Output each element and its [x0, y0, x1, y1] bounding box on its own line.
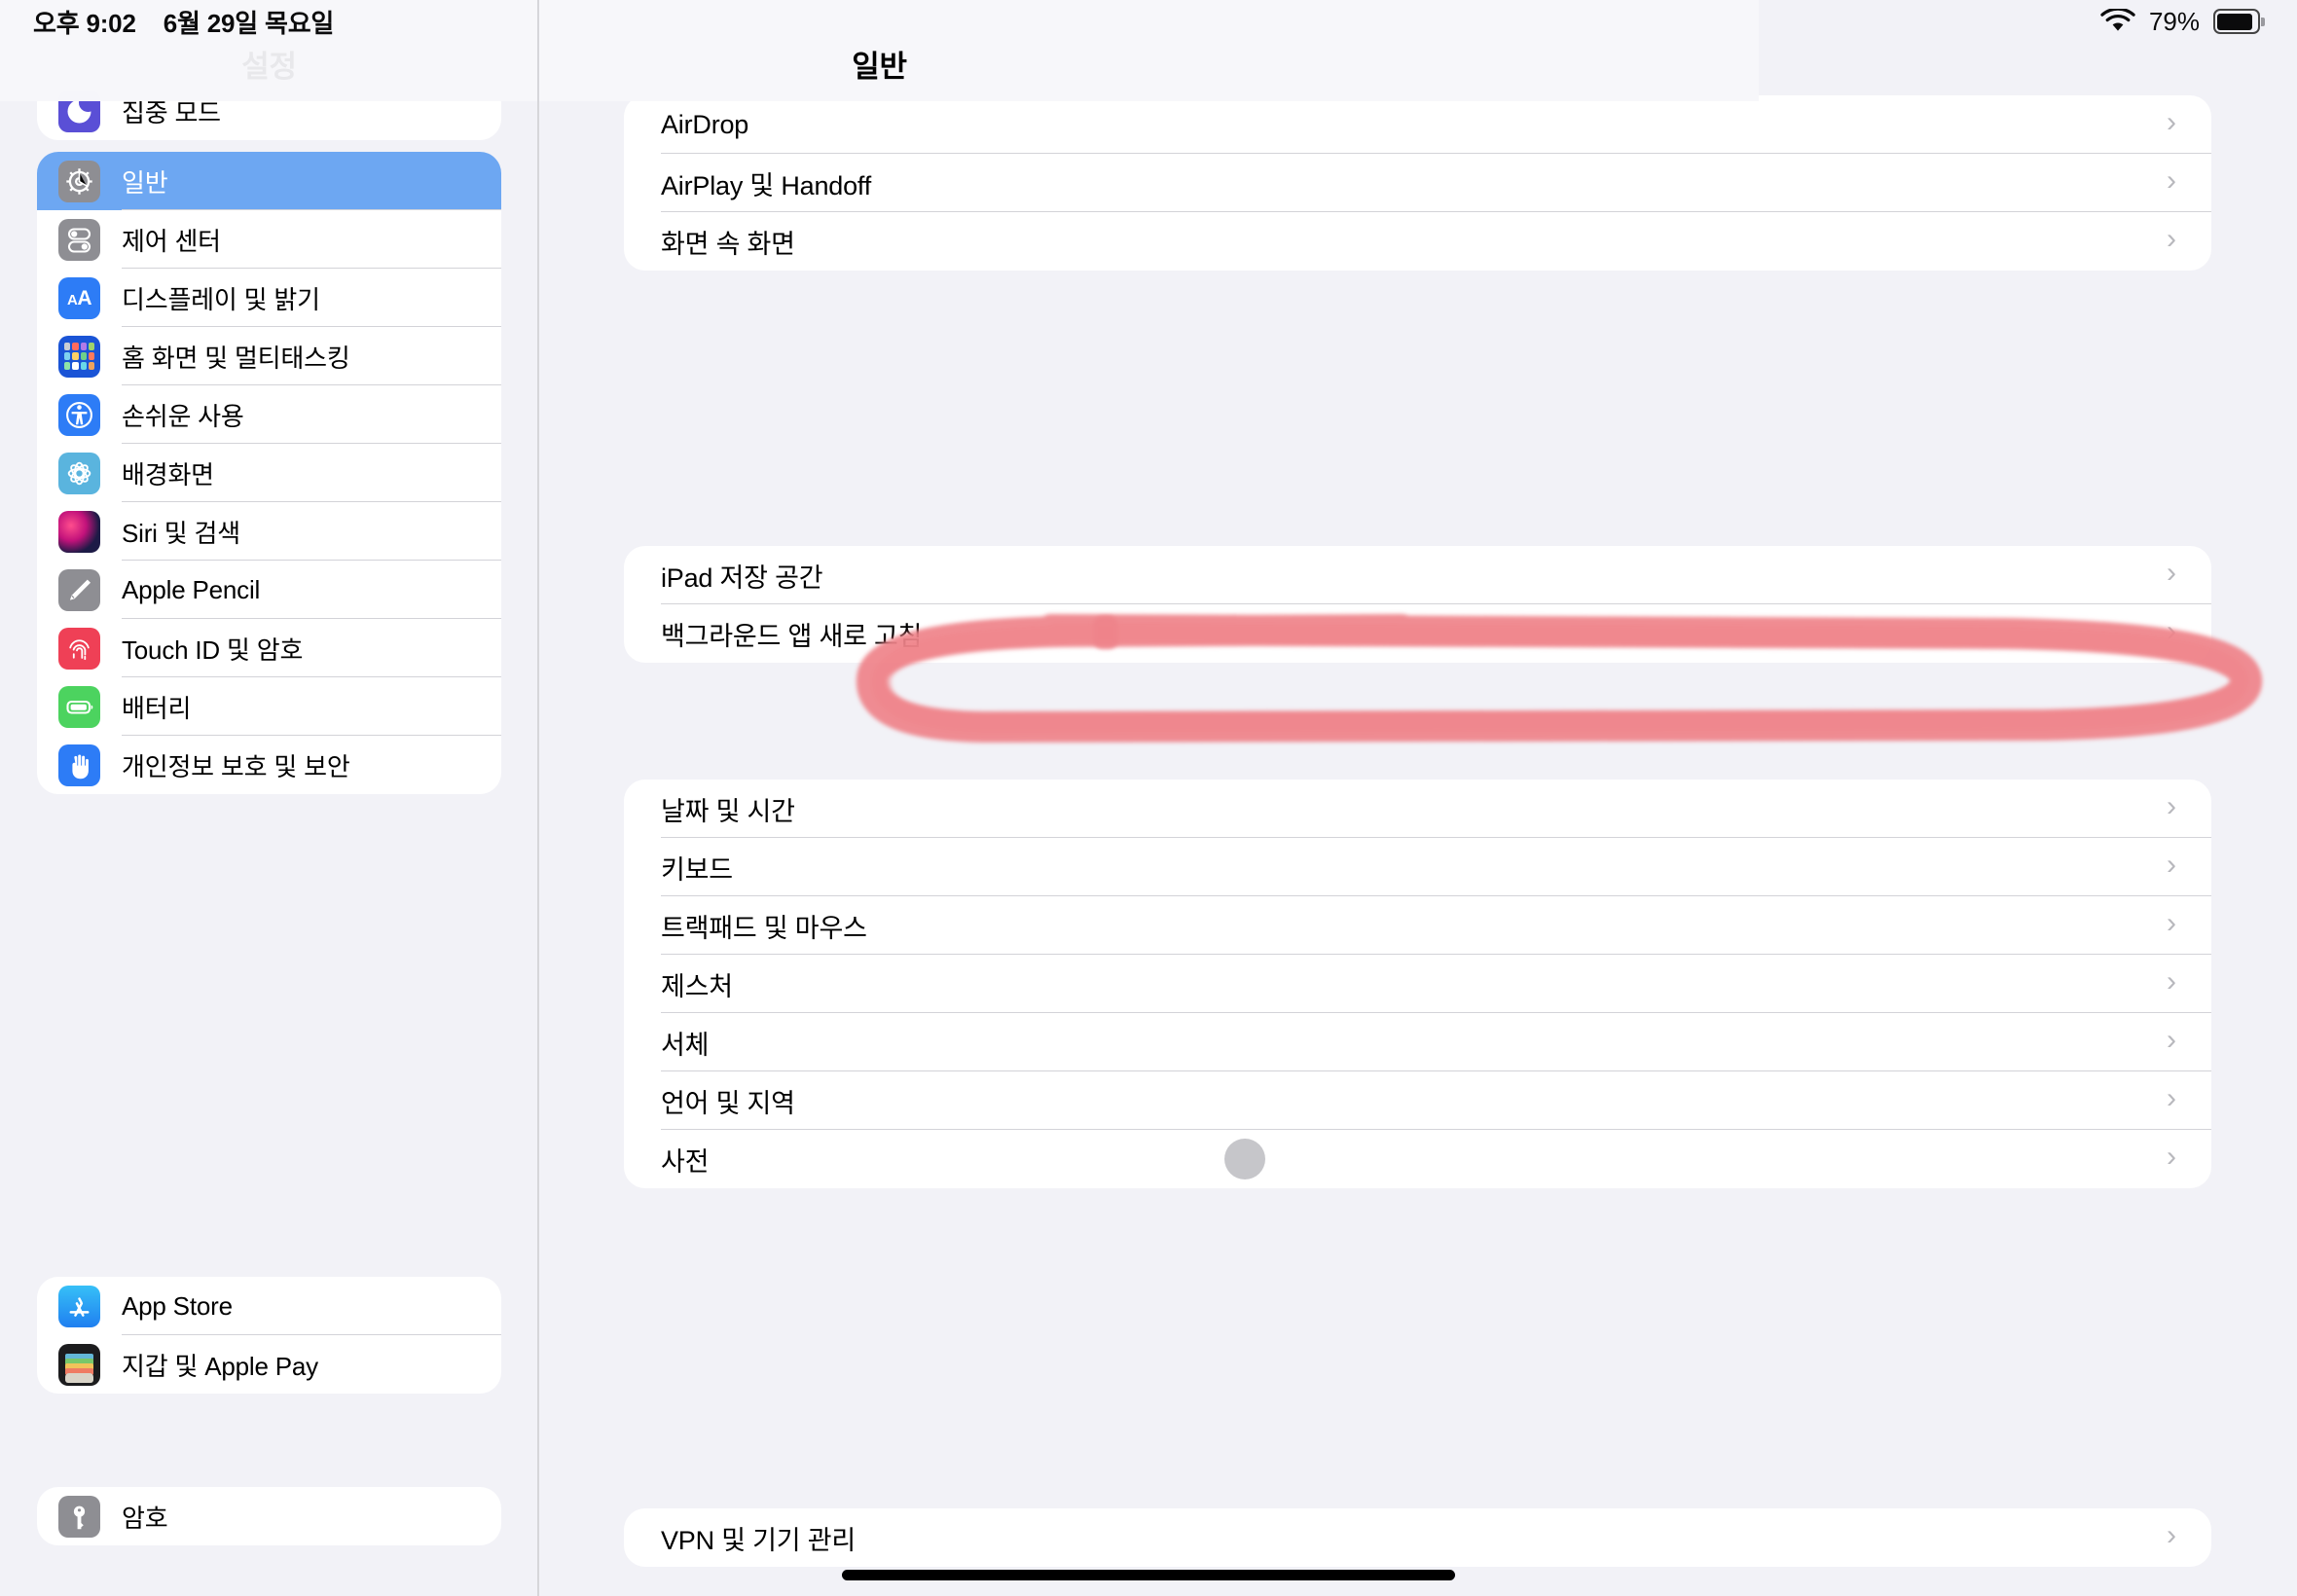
sidebar-item-label: 디스플레이 및 밝기 — [122, 284, 320, 314]
detail-row-label: 화면 속 화면 — [661, 229, 795, 259]
sidebar-item-touch-id[interactable]: Touch ID 및 암호 — [37, 619, 501, 677]
sidebar-item-home-screen[interactable]: 홈 화면 및 멀티태스킹 — [37, 327, 501, 385]
sidebar-item-label: 배터리 — [122, 693, 192, 723]
detail-row[interactable]: AirPlay 및 Handoff › — [624, 154, 2211, 212]
accessibility-icon — [58, 393, 100, 436]
display-brightness-icon: AA — [58, 276, 100, 319]
sidebar-scroll-area[interactable]: 집중 모드 일반 제어 센터 AA 디스플레이 및 밝기 홈 화면 및 멀티태스킹 손쉬운 … — [0, 0, 538, 1596]
chevron-right-icon: › — [2167, 615, 2176, 647]
detail-group-storage-group: iPad 저장 공간 › 백그라운드 앱 새로 고침 › — [624, 546, 2211, 663]
sidebar-item-privacy-hand[interactable]: 개인정보 보호 및 보안 — [37, 736, 501, 794]
sidebar-item-label: App Store — [122, 1290, 233, 1321]
sidebar-item-display-brightness[interactable]: AA 디스플레이 및 밝기 — [37, 269, 501, 327]
detail-row-label: 제스처 — [661, 971, 733, 1001]
sidebar-item-label: 개인정보 보호 및 보안 — [122, 751, 350, 781]
general-detail-pane: AirDrop › AirPlay 및 Handoff › 화면 속 화면 › iPad 저… — [538, 0, 2297, 1596]
sidebar-group-system-group: 일반제어 센터 AA 디스플레이 및 밝기홈 화면 및 멀티태스킹손쉬운 사용배경화… — [37, 152, 501, 794]
sidebar-item-label: 손쉬운 사용 — [122, 401, 244, 431]
detail-row[interactable]: 제스처 › — [624, 955, 2211, 1013]
detail-row[interactable]: 키보드 › — [624, 838, 2211, 896]
ipad-settings-screen: 집중 모드 일반 제어 센터 AA 디스플레이 및 밝기 홈 화면 및 멀티태스킹 손쉬운 … — [0, 0, 2297, 1596]
detail-scroll-area[interactable]: AirDrop › AirPlay 및 Handoff › 화면 속 화면 › iPad 저… — [538, 0, 2297, 1596]
detail-row[interactable]: VPN 및 기기 관리 › — [624, 1508, 2211, 1567]
chevron-right-icon: › — [2167, 1141, 2176, 1173]
wallpaper-icon — [58, 452, 100, 494]
detail-group-vpn-group: VPN 및 기기 관리 › — [624, 1508, 2211, 1567]
detail-title: 일반 — [852, 50, 907, 84]
sidebar-item-label: Apple Pencil — [122, 574, 261, 604]
detail-row[interactable]: 서체 › — [624, 1013, 2211, 1071]
chevron-right-icon: › — [2167, 1519, 2176, 1551]
detail-row-label: 키보드 — [661, 854, 733, 885]
privacy-hand-icon — [58, 744, 100, 786]
control-center-icon — [58, 218, 100, 261]
detail-group-sharing-group: AirDrop › AirPlay 및 Handoff › 화면 속 화면 › — [624, 95, 2211, 271]
wallet-icon — [58, 1343, 100, 1386]
sidebar-item-label: Touch ID 및 암호 — [122, 635, 304, 665]
detail-group-input-group: 날짜 및 시간 › 키보드 › 트랙패드 및 마우스 › 제스처 › 서체 › 언어 및 지역 › 사전… — [624, 780, 2211, 1188]
pane-divider — [537, 0, 539, 1596]
sidebar-item-label: 제어 센터 — [122, 226, 221, 256]
detail-row-label: AirDrop — [661, 109, 749, 139]
app-store-icon — [58, 1285, 100, 1327]
sidebar-item-app-store[interactable]: App Store — [37, 1277, 501, 1335]
chevron-right-icon: › — [2167, 1082, 2176, 1114]
gear-icon — [58, 160, 100, 202]
detail-row-label: iPad 저장 공간 — [661, 562, 823, 593]
detail-row-label: 사전 — [661, 1146, 710, 1177]
sidebar-item-apple-pencil[interactable]: Apple Pencil — [37, 561, 501, 619]
settings-sidebar-pane: 집중 모드 일반 제어 센터 AA 디스플레이 및 밝기 홈 화면 및 멀티태스킹 손쉬운 … — [0, 0, 538, 1596]
detail-row-label: 언어 및 지역 — [661, 1088, 795, 1118]
sidebar-item-label: 배경화면 — [122, 459, 214, 490]
chevron-right-icon: › — [2167, 1024, 2176, 1056]
chevron-right-icon: › — [2167, 849, 2176, 881]
chevron-right-icon: › — [2167, 965, 2176, 998]
chevron-right-icon: › — [2167, 223, 2176, 255]
detail-row-highlighted[interactable]: 트랙패드 및 마우스 › — [624, 896, 2211, 955]
detail-row[interactable]: iPad 저장 공간 › — [624, 546, 2211, 604]
detail-row[interactable]: 사전 › — [624, 1130, 2211, 1188]
detail-row[interactable]: 백그라운드 앱 새로 고침 › — [624, 604, 2211, 663]
chevron-right-icon: › — [2167, 557, 2176, 589]
chevron-right-icon: › — [2167, 907, 2176, 939]
sidebar-item-label: Siri 및 검색 — [122, 518, 240, 548]
apple-pencil-icon — [58, 568, 100, 611]
home-indicator[interactable] — [842, 1570, 1455, 1580]
sidebar-item-label: 지갑 및 Apple Pay — [122, 1351, 318, 1381]
sidebar-item-key[interactable]: 암호 — [37, 1487, 501, 1545]
sidebar-group-passwords-group: 암호 — [37, 1487, 501, 1545]
detail-row-label: VPN 및 기기 관리 — [661, 1525, 857, 1555]
detail-row-label: 서체 — [661, 1030, 710, 1060]
sidebar-item-wallpaper[interactable]: 배경화면 — [37, 444, 501, 502]
detail-row[interactable]: AirDrop › — [624, 95, 2211, 154]
chevron-right-icon: › — [2167, 164, 2176, 197]
sidebar-group-store-group: App Store 지갑 및 Apple Pay — [37, 1277, 501, 1394]
sidebar-item-label: 암호 — [122, 1503, 168, 1533]
pointer-cursor — [1224, 1139, 1265, 1179]
detail-row[interactable]: 화면 속 화면 › — [624, 212, 2211, 271]
sidebar-item-gear[interactable]: 일반 — [37, 152, 501, 210]
detail-row-label: AirPlay 및 Handoff — [661, 170, 872, 200]
chevron-right-icon: › — [2167, 106, 2176, 138]
sidebar-item-wallet[interactable]: 지갑 및 Apple Pay — [37, 1335, 501, 1394]
home-screen-icon — [58, 335, 100, 378]
sidebar-item-accessibility[interactable]: 손쉬운 사용 — [37, 385, 501, 444]
detail-row-label: 날짜 및 시간 — [661, 796, 795, 826]
detail-row-label: 트랙패드 및 마우스 — [661, 913, 867, 943]
detail-row-label: 백그라운드 앱 새로 고침 — [661, 621, 923, 651]
sidebar-item-siri[interactable]: Siri 및 검색 — [37, 502, 501, 561]
battery-settings-icon — [58, 685, 100, 728]
detail-row[interactable]: 날짜 및 시간 › — [624, 780, 2211, 838]
sidebar-item-label: 홈 화면 및 멀티태스킹 — [122, 343, 350, 373]
sidebar-item-control-center[interactable]: 제어 센터 — [37, 210, 501, 269]
detail-nav-header: 일반 — [0, 0, 1759, 101]
chevron-right-icon: › — [2167, 790, 2176, 822]
key-icon — [58, 1495, 100, 1538]
siri-icon — [58, 510, 100, 553]
sidebar-item-battery-settings[interactable]: 배터리 — [37, 677, 501, 736]
detail-row[interactable]: 언어 및 지역 › — [624, 1071, 2211, 1130]
sidebar-item-label: 일반 — [122, 167, 168, 198]
touch-id-icon — [58, 627, 100, 670]
